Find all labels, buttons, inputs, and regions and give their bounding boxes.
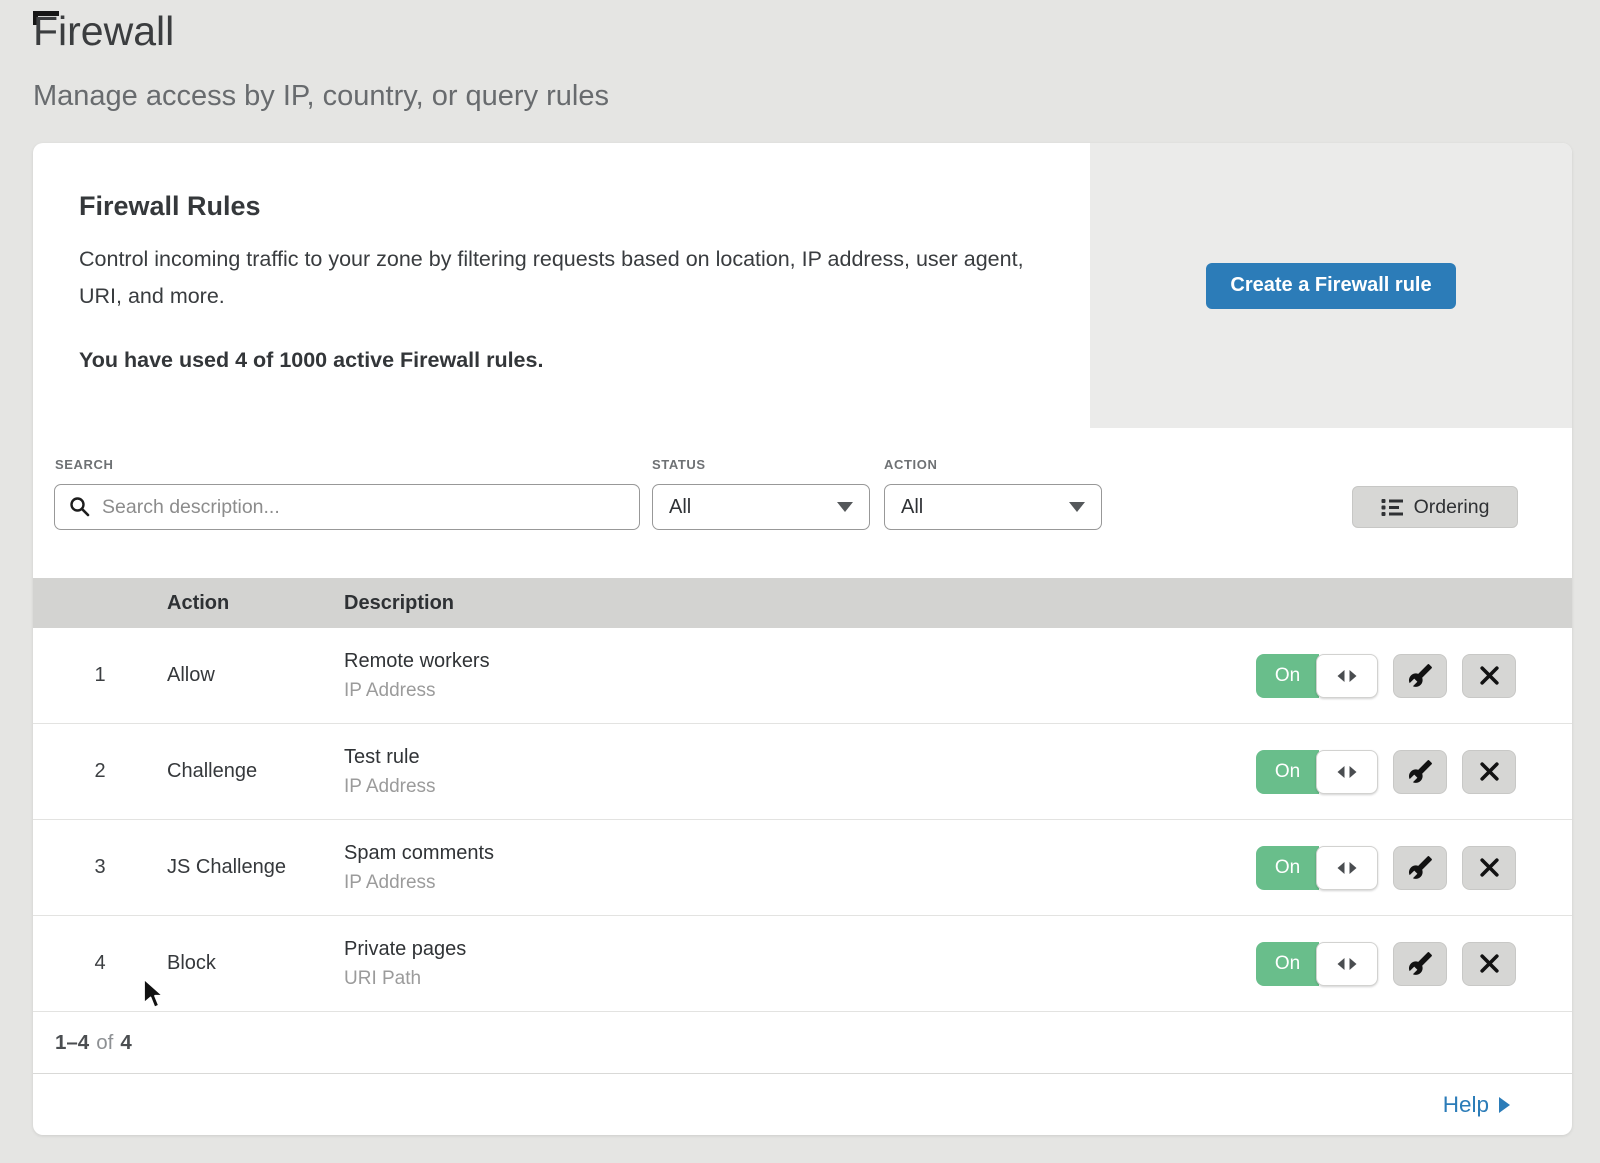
ordering-button[interactable]: Ordering — [1352, 486, 1518, 528]
pagination-of: of — [96, 1031, 113, 1055]
table-row: 2 Challenge Test rule IP Address On — [33, 724, 1572, 820]
ordered-list-icon — [1381, 498, 1403, 517]
rule-controls: On — [1253, 654, 1516, 698]
edit-rule-button[interactable] — [1393, 654, 1447, 698]
rule-action: Challenge — [167, 760, 344, 783]
table-row: 1 Allow Remote workers IP Address On — [33, 628, 1572, 724]
help-link-label: Help — [1443, 1092, 1489, 1118]
toggle-knob[interactable] — [1316, 654, 1378, 698]
delete-rule-button[interactable] — [1462, 846, 1516, 890]
rule-action: Block — [167, 952, 344, 975]
rule-action: JS Challenge — [167, 856, 344, 879]
rule-match-type: IP Address — [344, 776, 1253, 798]
column-description: Description — [344, 592, 1253, 615]
table-header: Action Description — [33, 578, 1572, 628]
rule-priority: 2 — [33, 760, 167, 783]
action-label: ACTION — [884, 457, 937, 472]
toggle-on-label: On — [1256, 654, 1319, 698]
page-subtitle: Manage access by IP, country, or query r… — [33, 80, 609, 113]
left-right-arrows-icon — [1336, 957, 1358, 971]
help-row: Help — [33, 1073, 1572, 1135]
search-label: SEARCH — [55, 457, 114, 472]
delete-rule-button[interactable] — [1462, 654, 1516, 698]
pagination-total: 4 — [120, 1031, 131, 1055]
rule-controls: On — [1253, 750, 1516, 794]
toggle-knob[interactable] — [1316, 750, 1378, 794]
rule-match-type: IP Address — [344, 680, 1253, 702]
rule-match-type: IP Address — [344, 872, 1253, 894]
table-row: 3 JS Challenge Spam comments IP Address … — [33, 820, 1572, 916]
toggle-on-label: On — [1256, 846, 1319, 890]
rule-description: Spam comments — [344, 842, 1253, 865]
status-label: STATUS — [652, 457, 706, 472]
table-row: 4 Block Private pages URI Path On — [33, 916, 1572, 1012]
rule-action: Allow — [167, 664, 344, 687]
rule-priority: 1 — [33, 664, 167, 687]
left-right-arrows-icon — [1336, 669, 1358, 683]
help-link[interactable]: Help — [1443, 1092, 1510, 1118]
wrench-icon — [1408, 855, 1433, 880]
toggle-knob[interactable] — [1316, 942, 1378, 986]
rule-controls: On — [1253, 942, 1516, 986]
rules-overview-section: Firewall Rules Control incoming traffic … — [33, 143, 1572, 428]
rules-usage-count: You have used 4 of 1000 active Firewall … — [79, 348, 543, 373]
edit-rule-button[interactable] — [1393, 750, 1447, 794]
left-right-arrows-icon — [1336, 861, 1358, 875]
action-select[interactable]: All — [884, 484, 1102, 530]
pagination: 1–4 of 4 — [33, 1012, 1572, 1073]
rule-description: Test rule — [344, 746, 1253, 769]
toggle-knob[interactable] — [1316, 846, 1378, 890]
close-icon — [1479, 953, 1500, 974]
close-icon — [1479, 761, 1500, 782]
search-box — [54, 484, 640, 530]
close-icon — [1479, 665, 1500, 686]
rules-heading: Firewall Rules — [79, 191, 261, 222]
rule-controls: On — [1253, 846, 1516, 890]
toggle-on-label: On — [1256, 942, 1319, 986]
rule-enabled-toggle[interactable]: On — [1256, 750, 1378, 794]
toggle-on-label: On — [1256, 750, 1319, 794]
action-selected-value: All — [901, 496, 923, 519]
rule-enabled-toggle[interactable]: On — [1256, 942, 1378, 986]
status-select[interactable]: All — [652, 484, 870, 530]
chevron-down-icon — [1069, 502, 1085, 512]
ordering-button-label: Ordering — [1414, 496, 1490, 519]
firewall-rules-card: Firewall Rules Control incoming traffic … — [33, 143, 1572, 1135]
delete-rule-button[interactable] — [1462, 942, 1516, 986]
help-caret-icon — [1499, 1097, 1510, 1113]
rules-info: Firewall Rules Control incoming traffic … — [33, 143, 1090, 428]
edit-rule-button[interactable] — [1393, 846, 1447, 890]
create-firewall-rule-button[interactable]: Create a Firewall rule — [1206, 263, 1456, 309]
rule-enabled-toggle[interactable]: On — [1256, 654, 1378, 698]
search-input[interactable] — [54, 484, 640, 530]
status-selected-value: All — [669, 496, 691, 519]
rule-description: Private pages — [344, 938, 1253, 961]
filters-bar: SEARCH STATUS All ACTION All Ordering — [33, 443, 1572, 578]
rules-description: Control incoming traffic to your zone by… — [79, 241, 1029, 315]
rule-description-cell: Remote workers IP Address — [344, 650, 1253, 702]
wrench-icon — [1408, 663, 1433, 688]
rule-match-type: URI Path — [344, 968, 1253, 990]
pagination-range: 1–4 — [55, 1031, 89, 1055]
table-body: 1 Allow Remote workers IP Address On — [33, 628, 1572, 1012]
rule-priority: 4 — [33, 952, 167, 975]
wrench-icon — [1408, 951, 1433, 976]
rule-description-cell: Test rule IP Address — [344, 746, 1253, 798]
close-icon — [1479, 857, 1500, 878]
rule-description: Remote workers — [344, 650, 1253, 673]
rule-description-cell: Private pages URI Path — [344, 938, 1253, 990]
wrench-icon — [1408, 759, 1433, 784]
left-right-arrows-icon — [1336, 765, 1358, 779]
edit-rule-button[interactable] — [1393, 942, 1447, 986]
rule-priority: 3 — [33, 856, 167, 879]
mouse-cursor — [141, 977, 167, 1011]
delete-rule-button[interactable] — [1462, 750, 1516, 794]
rule-description-cell: Spam comments IP Address — [344, 842, 1253, 894]
rule-enabled-toggle[interactable]: On — [1256, 846, 1378, 890]
column-action: Action — [167, 592, 344, 615]
chevron-down-icon — [837, 502, 853, 512]
action-panel: Create a Firewall rule — [1090, 143, 1572, 428]
search-icon — [69, 496, 90, 517]
page-title: Firewall — [33, 8, 174, 55]
